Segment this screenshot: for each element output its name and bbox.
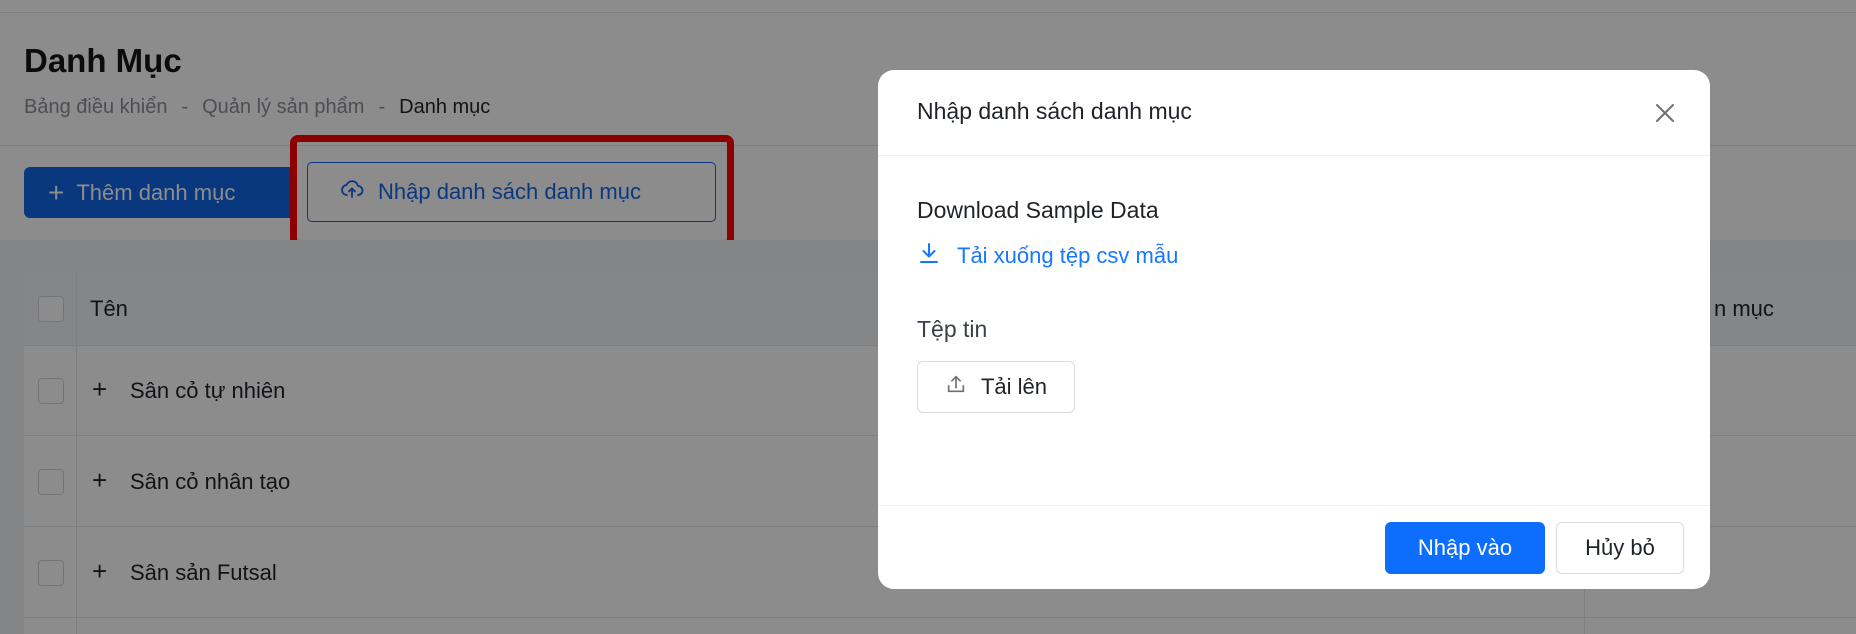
file-label: Tệp tin <box>917 316 988 342</box>
download-icon <box>917 241 941 271</box>
upload-icon <box>945 373 967 401</box>
sample-data-label: Download Sample Data <box>917 197 1159 223</box>
upload-button[interactable]: Tải lên <box>917 361 1075 413</box>
modal-title: Nhập danh sách danh mục <box>917 98 1192 124</box>
submit-import-button[interactable]: Nhập vào <box>1385 522 1545 574</box>
upload-label: Tải lên <box>980 374 1048 399</box>
close-icon[interactable] <box>1650 98 1680 128</box>
modal-footer-divider <box>878 505 1710 506</box>
download-sample-link[interactable]: Tải xuống tệp csv mẫu <box>917 241 1178 271</box>
import-modal: Nhập danh sách danh mục Download Sample … <box>878 70 1710 589</box>
cancel-button[interactable]: Hủy bỏ <box>1556 522 1684 574</box>
download-sample-label: Tải xuống tệp csv mẫu <box>957 243 1179 268</box>
modal-header: Nhập danh sách danh mục <box>878 70 1710 156</box>
